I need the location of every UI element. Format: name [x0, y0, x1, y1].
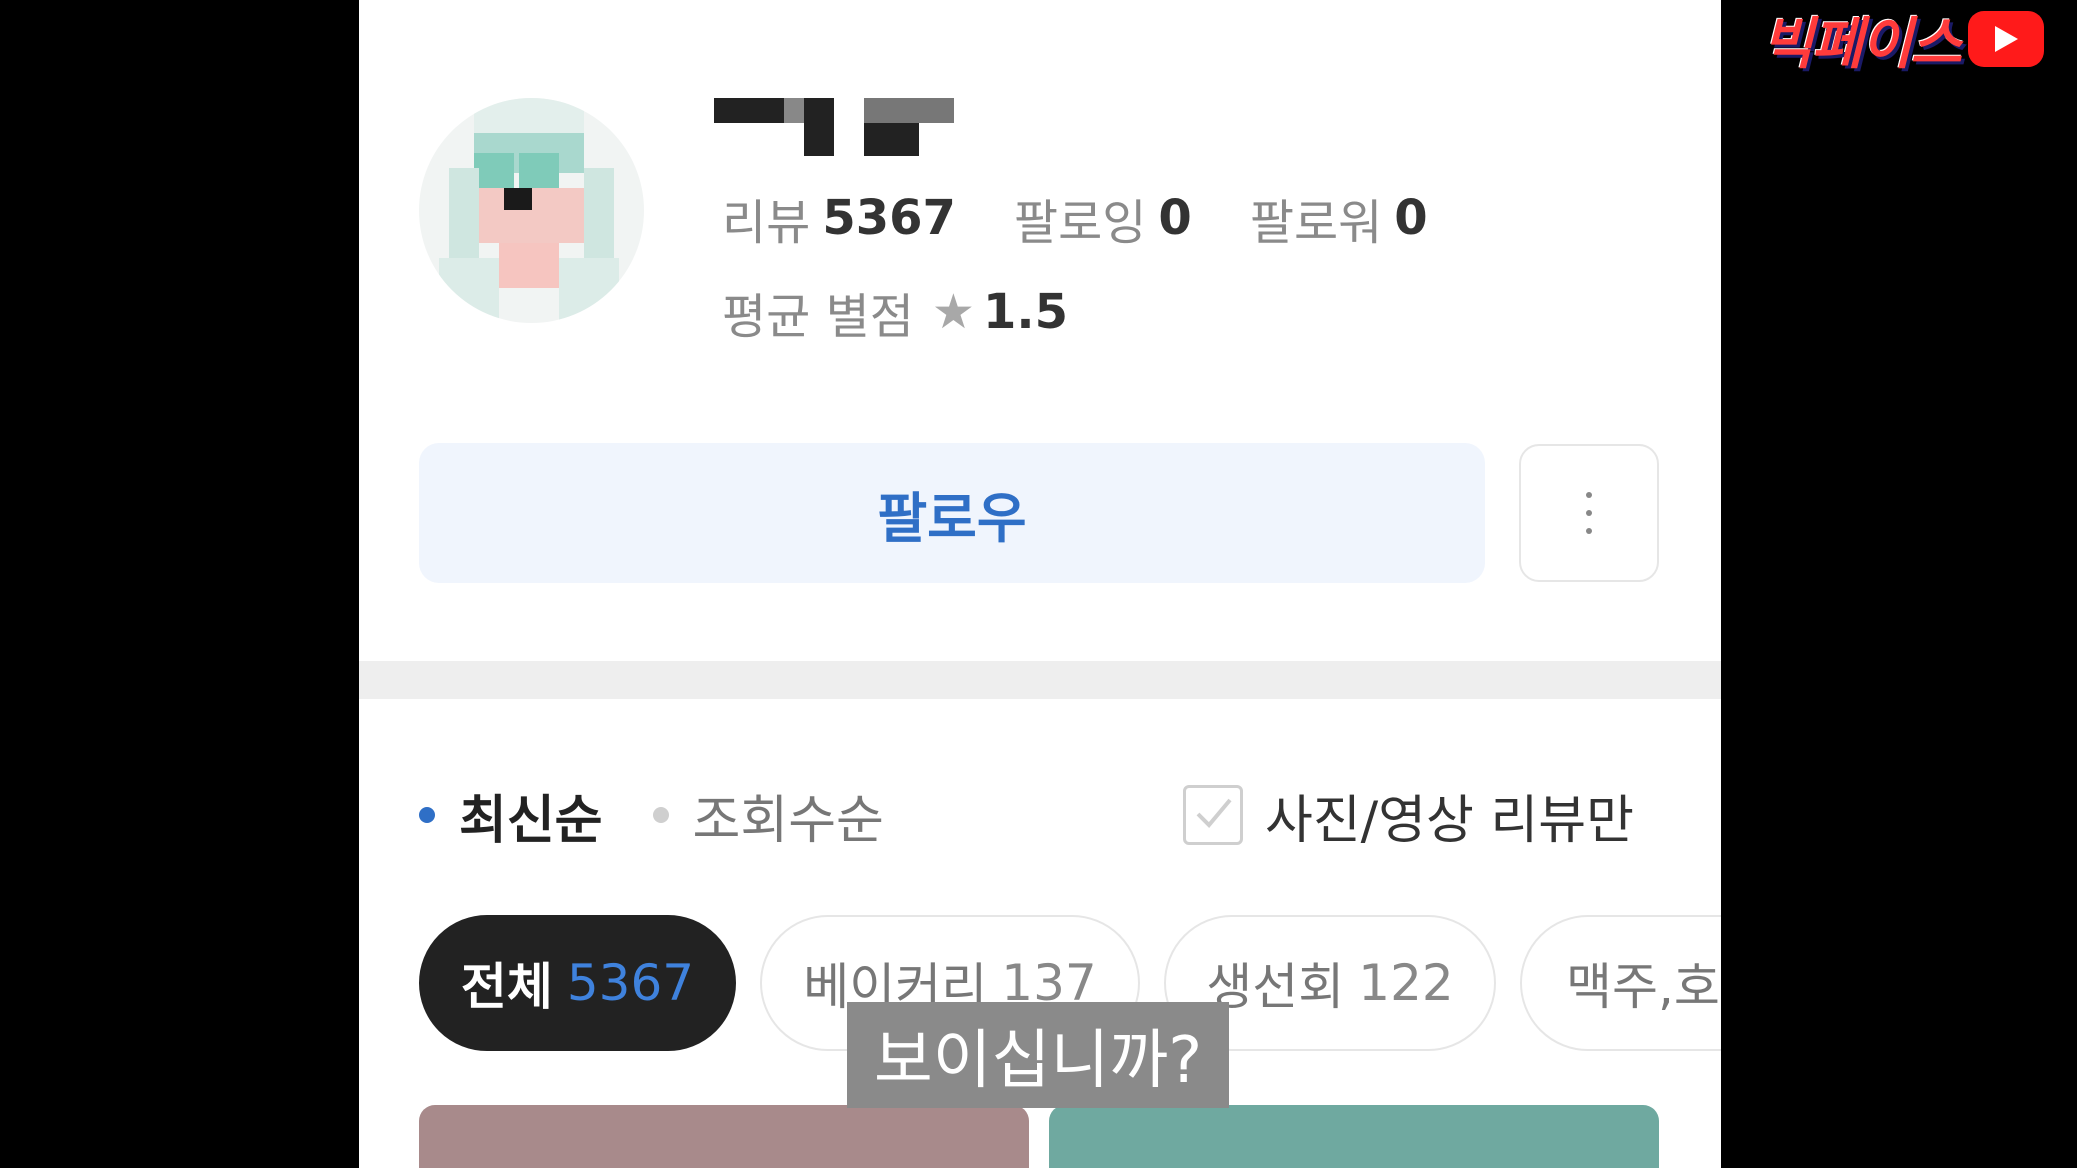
- photo-filter-label: 사진/영상 리뷰만: [1265, 790, 1634, 851]
- chip-label: 맥주,호: [1566, 958, 1720, 1016]
- stat-reviews[interactable]: 리뷰 5367: [722, 183, 956, 253]
- rating-value: 1.5: [982, 284, 1068, 340]
- chip-all[interactable]: 전체 5367: [419, 915, 736, 1051]
- selected-dot-icon: [419, 807, 435, 823]
- sort-label: 조회수순: [692, 790, 884, 851]
- review-thumbnail[interactable]: [1049, 1105, 1659, 1168]
- photo-video-filter[interactable]: 사진/영상 리뷰만: [1183, 780, 1634, 851]
- more-options-button[interactable]: [1519, 444, 1659, 582]
- sort-options: 최신순 조회수순: [419, 778, 934, 853]
- subtitle-text: 보이십니까?: [873, 1024, 1203, 1098]
- channel-logo-text: 빅페이스: [1762, 11, 1962, 77]
- avatar[interactable]: [419, 98, 644, 323]
- chip-label: 전체: [460, 958, 553, 1016]
- checkbox-icon[interactable]: [1183, 785, 1243, 845]
- follow-button[interactable]: 팔로우: [419, 443, 1485, 583]
- user-name-censored: [714, 98, 954, 158]
- stat-label: 리뷰: [722, 195, 811, 251]
- profile-screen: 리뷰 5367 팔로잉 0 팔로워 0 평균 별점 ★ 1.5 팔로우 최신순: [359, 0, 1721, 1168]
- star-icon: ★: [931, 284, 975, 340]
- video-subtitle: 보이십니까?: [847, 1002, 1229, 1108]
- stat-value: 0: [1158, 190, 1192, 246]
- stat-label: 팔로잉: [1013, 195, 1147, 251]
- sort-views[interactable]: 조회수순: [652, 778, 884, 853]
- chip-beer[interactable]: 맥주,호: [1520, 915, 1721, 1051]
- youtube-play-icon: [1968, 11, 2045, 67]
- channel-logo: 빅페이스: [1762, 6, 2045, 77]
- rating-label: 평균 별점: [722, 289, 914, 345]
- sort-label: 최신순: [459, 790, 603, 851]
- profile-stats: 리뷰 5367 팔로잉 0 팔로워 0: [722, 188, 1486, 251]
- stat-followers[interactable]: 팔로워 0: [1250, 183, 1428, 253]
- sort-latest[interactable]: 최신순: [419, 778, 603, 853]
- stat-value: 5367: [822, 190, 956, 246]
- stat-following[interactable]: 팔로잉 0: [1014, 183, 1192, 253]
- follow-button-label: 팔로우: [877, 486, 1027, 550]
- average-rating: 평균 별점 ★ 1.5: [722, 282, 1068, 345]
- review-thumbnail[interactable]: [419, 1105, 1029, 1168]
- chip-count: 122: [1358, 954, 1454, 1012]
- more-vertical-icon: [1586, 486, 1592, 540]
- chip-count: 5367: [566, 954, 695, 1012]
- unselected-dot-icon: [652, 807, 669, 823]
- stat-value: 0: [1394, 190, 1428, 246]
- section-divider: [359, 661, 1721, 699]
- stat-label: 팔로워: [1249, 195, 1383, 251]
